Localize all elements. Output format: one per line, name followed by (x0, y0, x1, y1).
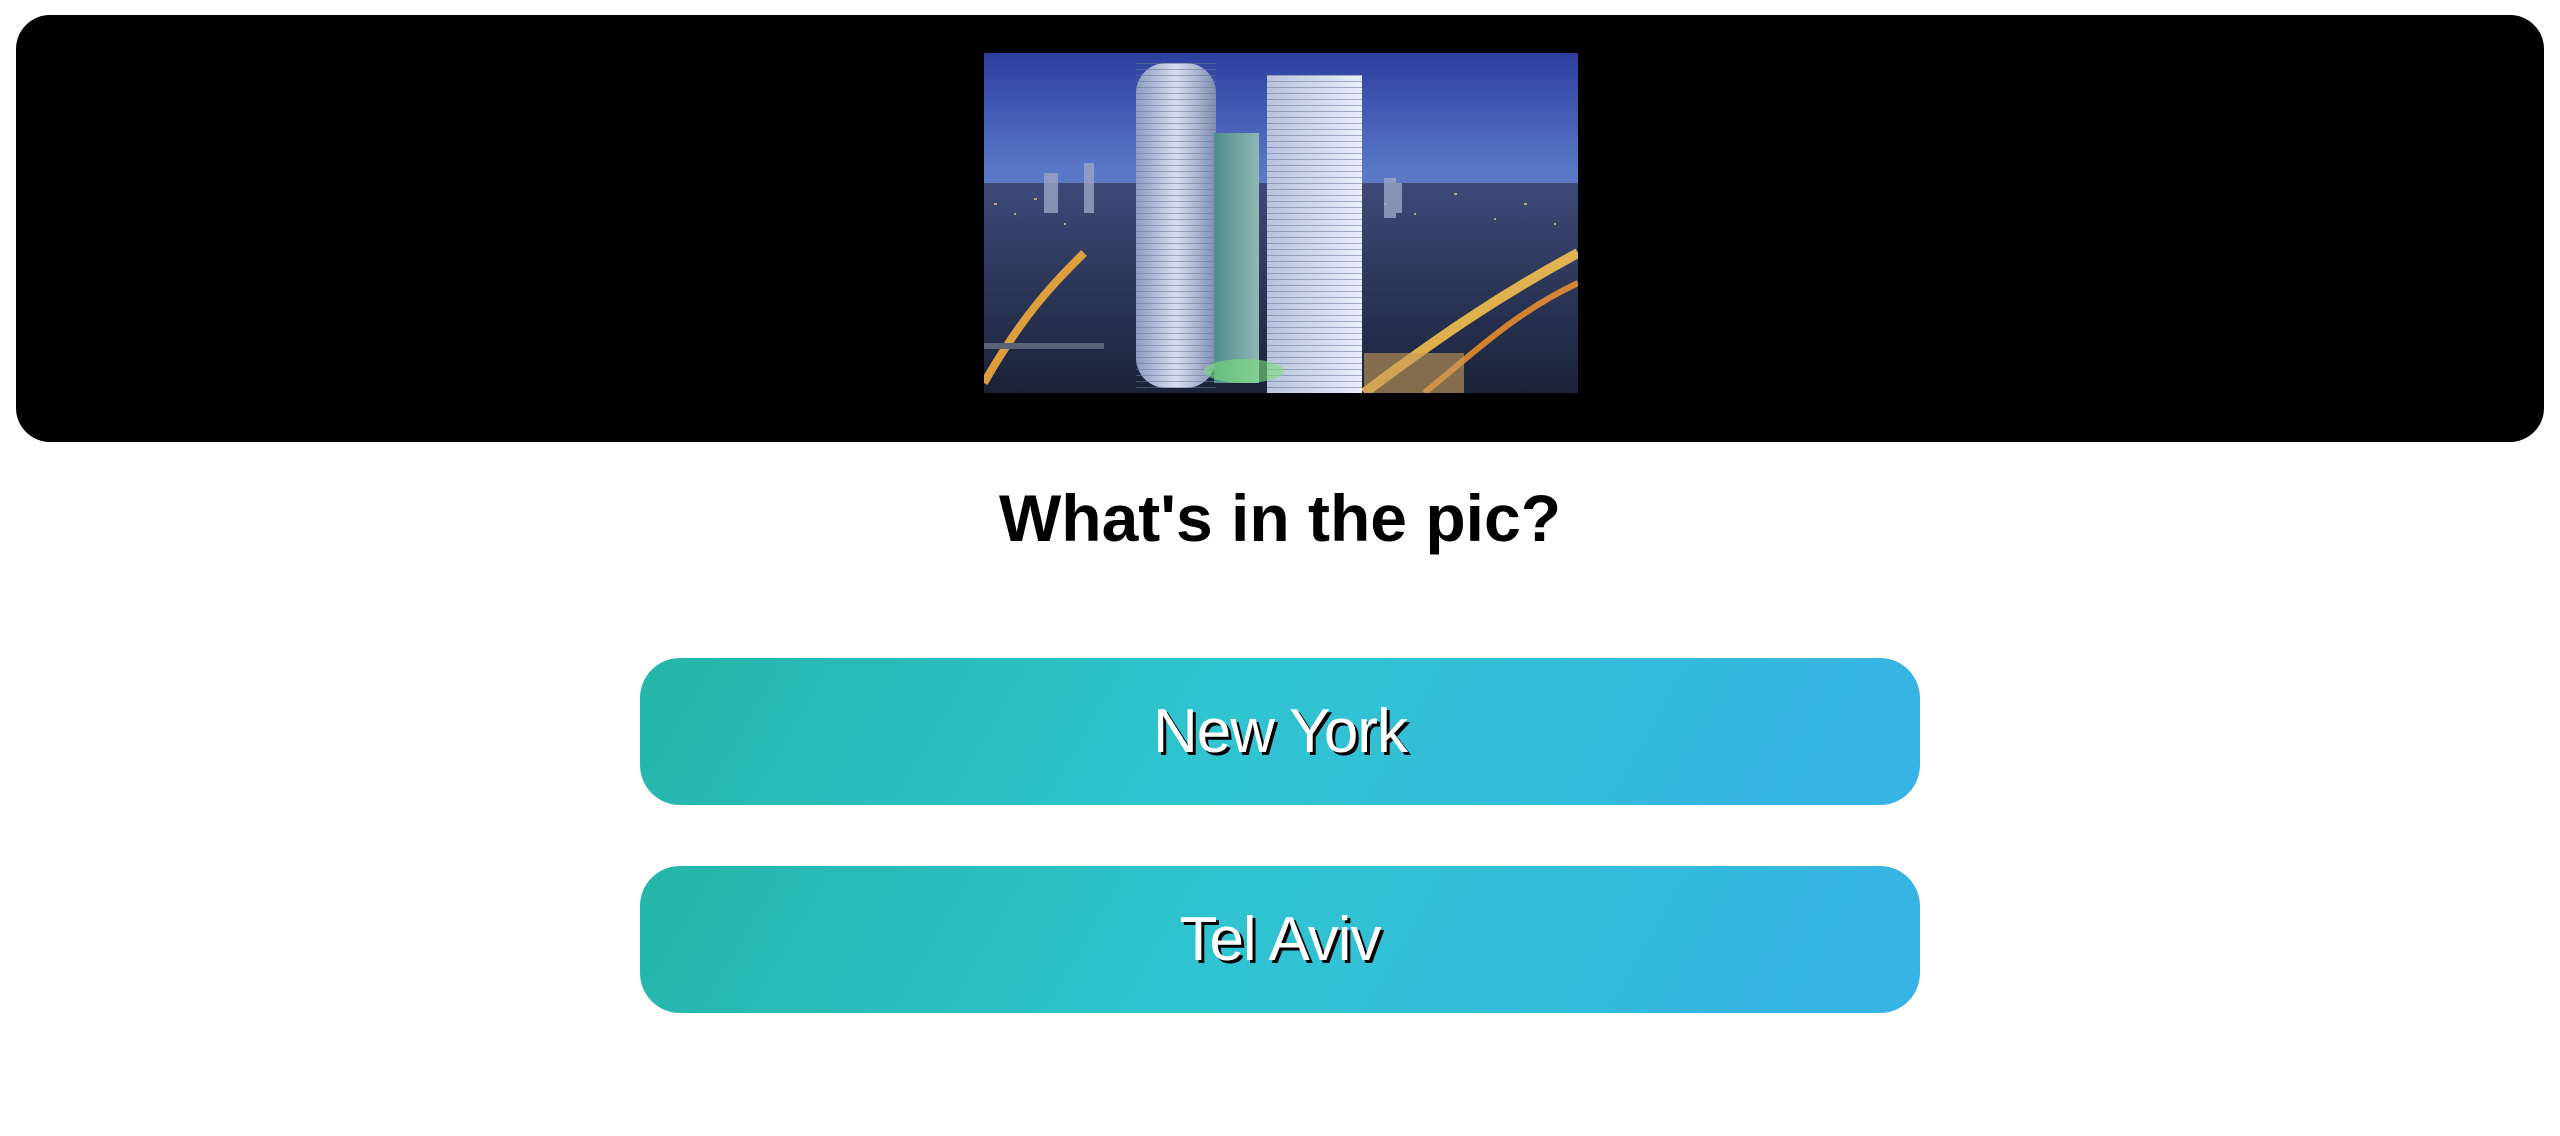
answer-button-tel-aviv[interactable]: Tel Aviv (640, 866, 1920, 1013)
answer-button-new-york[interactable]: New York (640, 658, 1920, 805)
answer-label: Tel Aviv (1179, 905, 1381, 974)
question-title: What's in the pic? (998, 481, 1562, 555)
hero-image-banner (16, 15, 2544, 442)
city-skyline-photo (984, 53, 1578, 393)
answer-label: New York (1153, 697, 1408, 766)
